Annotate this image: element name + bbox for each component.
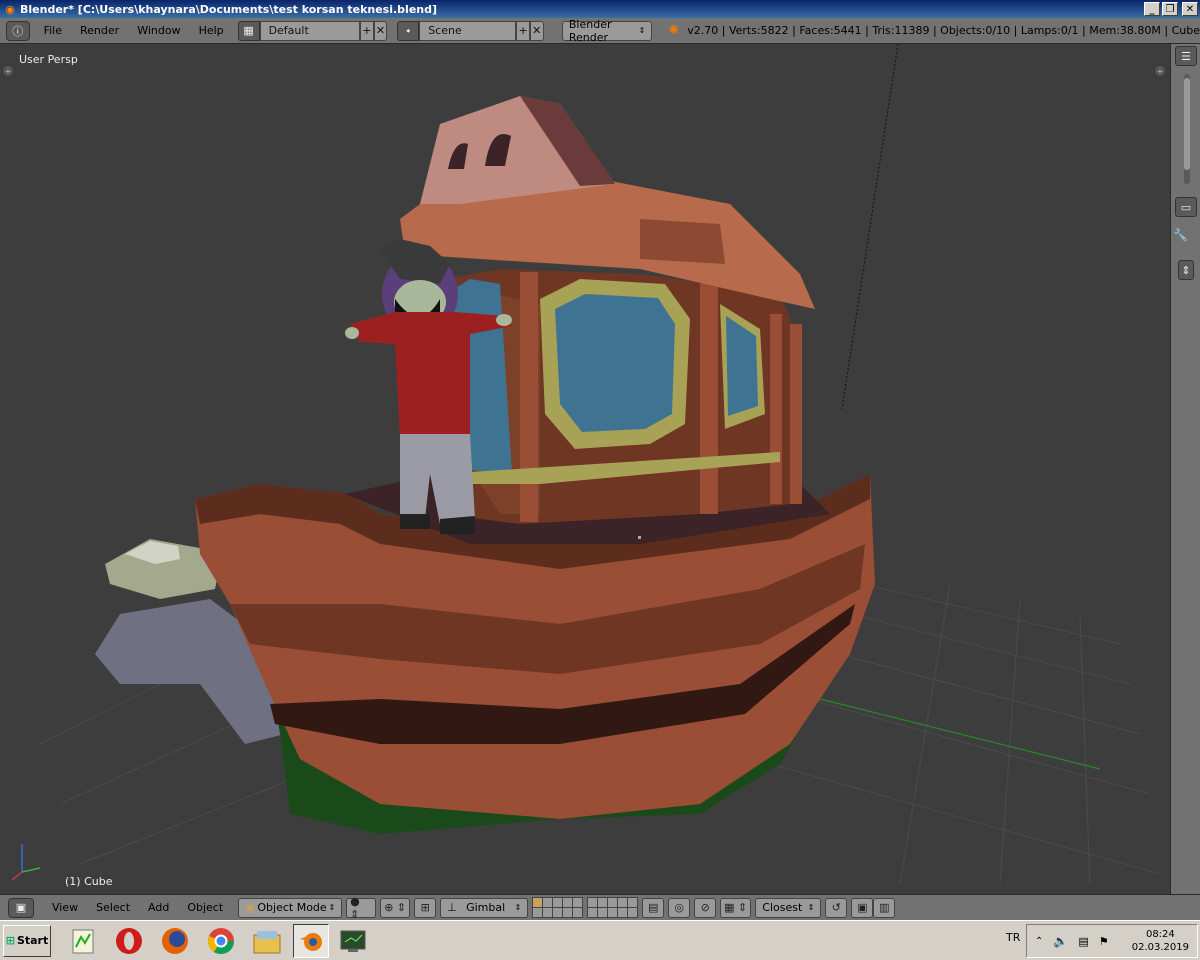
render-engine-dropdown[interactable]: Blender Render ⇕: [561, 17, 653, 44]
add-layout-button[interactable]: +: [360, 20, 374, 41]
character-pants: [400, 434, 475, 524]
info-header: ⓘ File Render Window Help ▦ Default + ✕ …: [0, 18, 1200, 44]
menu-add[interactable]: Add: [139, 901, 178, 914]
lock-layers-icon[interactable]: ▤: [642, 897, 665, 918]
axis-gizmo: [11, 844, 41, 881]
menu-render[interactable]: Render: [71, 24, 128, 37]
align-rotation-icon[interactable]: ↺: [825, 897, 848, 918]
delete-layout-button[interactable]: ✕: [373, 20, 388, 41]
system-tray: ⌃ 🔈 ▤ ⚑ 08:24 02.03.2019: [1026, 924, 1198, 958]
blender-logo-icon: ✺: [668, 23, 680, 38]
layer-buttons-a[interactable]: [532, 897, 584, 918]
3d-viewport[interactable]: User Persp (1) Cube + +: [0, 44, 1170, 894]
y-axis-line: [819, 698, 1101, 770]
clock-time: 08:24: [1145, 929, 1175, 940]
proportional-editing-icon[interactable]: ◎: [668, 897, 691, 918]
scene-icon[interactable]: ⬩: [397, 20, 420, 41]
menu-help[interactable]: Help: [190, 24, 233, 37]
snap-target-label: Closest: [762, 901, 803, 914]
volume-icon[interactable]: 🔈: [1053, 934, 1068, 948]
blender-icon[interactable]: [293, 923, 329, 958]
3d-view-editor-button[interactable]: ▣: [8, 897, 34, 918]
gimbal-icon: ⊥: [447, 901, 457, 914]
scene-field[interactable]: Scene: [419, 20, 517, 41]
render-preview-icon[interactable]: ▣: [851, 897, 874, 918]
chevron-updown-icon: ⇕: [807, 903, 815, 912]
snap-element-icon[interactable]: ▦ ⇕: [720, 897, 752, 918]
3d-view-header: ▣ View Select Add Object ▣ Object Mode ⇕…: [0, 894, 1200, 921]
maximize-button[interactable]: ❐: [1162, 2, 1178, 16]
terminal-icon[interactable]: [335, 924, 371, 958]
render-engine-label: Blender Render: [568, 17, 612, 44]
chevron-updown-icon: ⇕: [328, 903, 336, 912]
toolshelf-toggle-icon[interactable]: +: [3, 66, 13, 76]
window-title-bar: ◉ Blender* [C:\Users\khaynara\Documents\…: [0, 0, 1200, 18]
add-scene-button[interactable]: +: [516, 20, 530, 41]
chevron-updown-icon: ⇕: [638, 26, 646, 35]
menu-window[interactable]: Window: [128, 24, 189, 37]
render-properties-icon[interactable]: 🔧: [1173, 228, 1188, 242]
menu-view[interactable]: View: [40, 901, 87, 914]
screen-layout-field[interactable]: Default: [259, 20, 361, 41]
minimize-button[interactable]: _: [1144, 2, 1160, 16]
outliner-icon[interactable]: ☰: [1175, 46, 1197, 66]
right-side-panel: ☰ ▭ 🔧 ⇕: [1170, 44, 1200, 894]
network-icon[interactable]: ▤: [1078, 935, 1088, 948]
viewport-shading-button[interactable]: ● ⇕: [346, 895, 377, 921]
window-center: [555, 294, 675, 432]
interaction-mode-dropdown[interactable]: ▣ Object Mode ⇕: [238, 897, 343, 918]
start-label: Start: [16, 934, 49, 947]
screen-layout-icon[interactable]: ▦: [237, 20, 260, 41]
menu-select[interactable]: Select: [87, 901, 139, 914]
action-center-flag-icon[interactable]: ⚑: [1099, 935, 1109, 948]
snap-toggle-icon[interactable]: ⊘: [694, 897, 717, 918]
orientation-label: Gimbal: [466, 901, 506, 914]
menu-object[interactable]: Object: [178, 901, 232, 914]
outliner-scrollbar[interactable]: [1184, 74, 1190, 184]
notepad-chart-icon[interactable]: [65, 924, 101, 958]
blender-app-icon[interactable]: ◉: [3, 2, 17, 16]
menu-file[interactable]: File: [35, 24, 71, 37]
lamp-line: [841, 44, 899, 410]
firefox-icon[interactable]: [157, 924, 193, 958]
delete-scene-button[interactable]: ✕: [529, 20, 544, 41]
view-name-label: User Persp: [19, 53, 78, 66]
object-mode-icon: ▣: [245, 901, 256, 914]
scene-statistics: v2.70 | Verts:5822 | Faces:5441 | Tris:1…: [687, 24, 1200, 37]
chevron-updown-icon: ⇕: [514, 903, 522, 912]
chrome-icon[interactable]: [203, 924, 239, 958]
manipulator-toggle-icon[interactable]: ⊞: [414, 897, 437, 918]
close-button[interactable]: ✕: [1182, 2, 1198, 16]
window-title: Blender* [C:\Users\khaynara\Documents\te…: [20, 2, 438, 16]
properties-toggle-icon[interactable]: +: [1155, 66, 1165, 76]
windows-logo-icon: ⊞: [5, 934, 15, 947]
interaction-mode-label: Object Mode: [257, 901, 327, 914]
editor-type-button[interactable]: ⓘ: [6, 20, 30, 41]
clock[interactable]: 08:24 02.03.2019: [1132, 928, 1189, 954]
viewport-scene: [11, 44, 1161, 885]
opera-icon[interactable]: [111, 924, 147, 958]
properties-scroll-icon[interactable]: ⇕: [1178, 260, 1194, 280]
language-indicator[interactable]: TR: [1006, 931, 1020, 944]
clock-date: 02.03.2019: [1131, 942, 1189, 953]
show-hidden-icons[interactable]: ⌃: [1035, 936, 1043, 947]
properties-editor-icon[interactable]: ▭: [1175, 197, 1197, 217]
layer-buttons-b[interactable]: [587, 897, 639, 918]
active-object-label: (1) Cube: [65, 875, 113, 888]
start-button[interactable]: ⊞ Start: [3, 924, 51, 957]
pivot-point-button[interactable]: ⊕ ⇕: [380, 897, 411, 918]
transform-orientation-dropdown[interactable]: ⊥ Gimbal ⇕: [440, 897, 529, 918]
snap-target-dropdown[interactable]: Closest ⇕: [755, 897, 822, 918]
render-animation-icon[interactable]: ▥: [873, 897, 896, 918]
file-explorer-icon[interactable]: [249, 924, 285, 958]
